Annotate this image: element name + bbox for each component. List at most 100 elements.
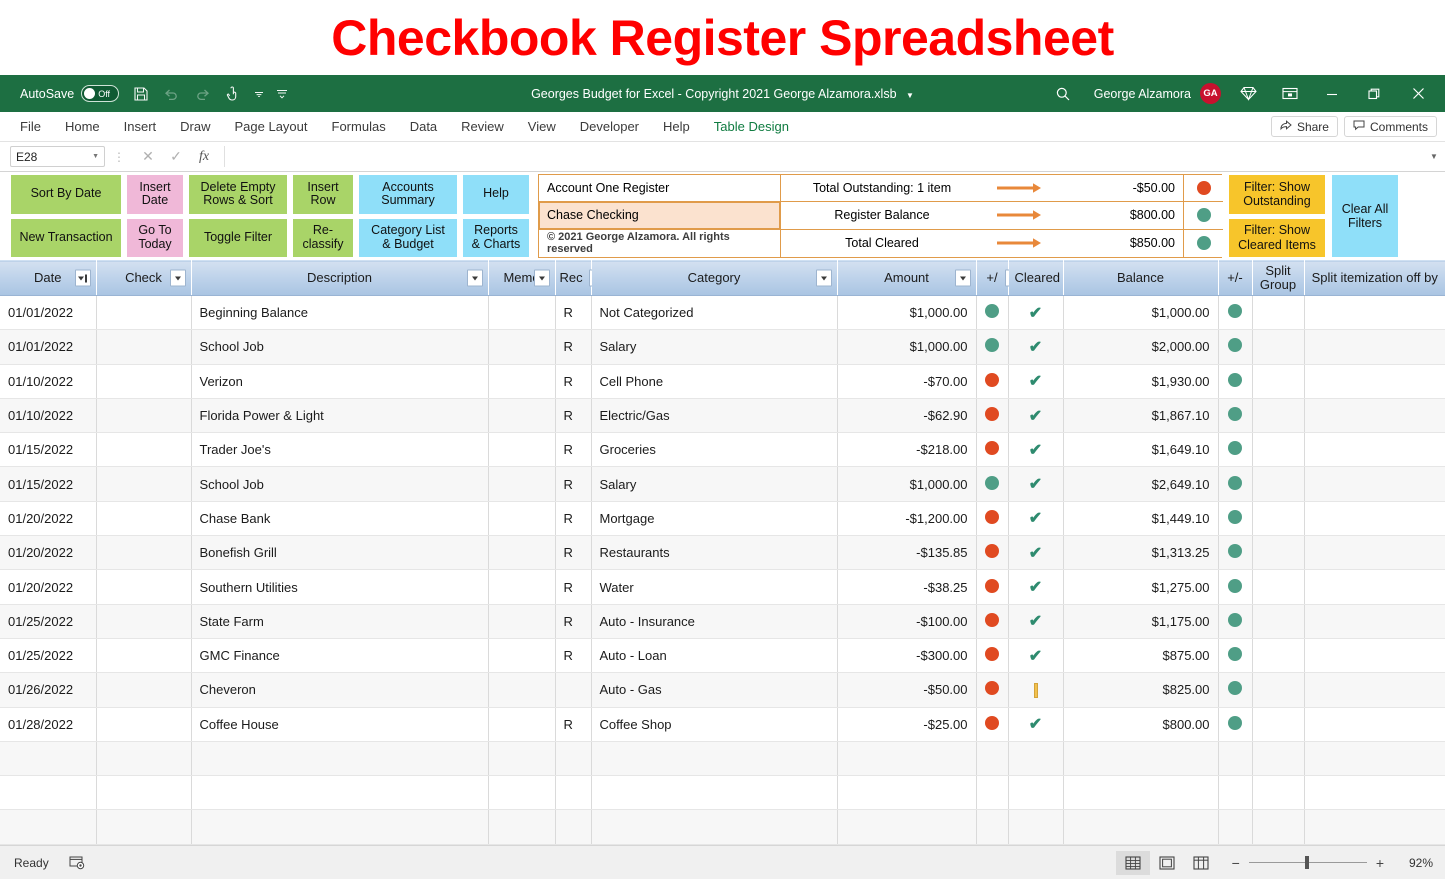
cell-balance[interactable] [1063,844,1218,845]
cell-check[interactable] [96,844,191,845]
cell-balance[interactable]: $1,000.00 [1063,296,1218,330]
cell-rec[interactable]: R [555,570,591,604]
cell-memo[interactable] [488,364,555,398]
cell-category[interactable] [591,741,837,775]
column-header-split-group[interactable]: Split Group [1252,261,1304,296]
cell-cleared[interactable]: ✔ [1008,433,1063,467]
table-row[interactable]: 01/20/2022Southern UtilitiesRWater-$38.2… [0,570,1445,604]
insert-row-button[interactable]: InsertRow [292,174,354,215]
cell-rec[interactable]: R [555,638,591,672]
cell-description[interactable] [191,810,488,844]
cell-split-itemization[interactable] [1304,741,1445,775]
cell-check[interactable] [96,570,191,604]
cell-amount[interactable]: -$1,200.00 [837,501,976,535]
cell-rec[interactable]: R [555,330,591,364]
cell-amount-sign-dot[interactable] [976,433,1008,467]
cell-description[interactable]: Bonefish Grill [191,536,488,570]
cell-rec[interactable]: R [555,467,591,501]
cell-category[interactable]: Not Categorized [591,296,837,330]
column-header-rec[interactable]: Rec [555,261,591,296]
cell-split-group[interactable] [1252,433,1304,467]
cell-cleared[interactable]: ✔ [1008,467,1063,501]
table-row[interactable] [0,776,1445,810]
diamond-icon[interactable] [1227,75,1269,112]
cell-check[interactable] [96,433,191,467]
zoom-slider[interactable] [1249,862,1367,863]
cell-check[interactable] [96,776,191,810]
column-header-split-itemization[interactable]: Split itemization off by [1304,261,1445,296]
cell-cleared[interactable]: ✔ [1008,604,1063,638]
cell-amount-sign-dot[interactable] [976,707,1008,741]
cell-amount-sign-dot[interactable] [976,501,1008,535]
cell-amount-sign-dot[interactable] [976,570,1008,604]
cell-rec[interactable]: R [555,604,591,638]
toggle-filter-button[interactable]: Toggle Filter [188,218,288,259]
cell-check[interactable] [96,741,191,775]
cell-balance-sign-dot[interactable] [1218,467,1252,501]
cell-description[interactable]: Chase Bank [191,501,488,535]
cell-check[interactable] [96,638,191,672]
cell-description[interactable]: Southern Utilities [191,570,488,604]
table-row[interactable]: 01/20/2022Chase BankRMortgage-$1,200.00✔… [0,501,1445,535]
cell-balance-sign-dot[interactable] [1218,364,1252,398]
table-row[interactable]: 01/15/2022Trader Joe'sRGroceries-$218.00… [0,433,1445,467]
user-name[interactable]: George Alzamora [1085,75,1200,112]
cell-balance[interactable]: $1,649.10 [1063,433,1218,467]
ribbon-display-options-icon[interactable] [1269,75,1311,112]
cell-check[interactable] [96,501,191,535]
cell-amount[interactable]: $1,000.00 [837,467,976,501]
cell-date[interactable] [0,776,96,810]
tab-help[interactable]: Help [651,112,702,142]
filter-show-outstanding-button[interactable]: Filter: ShowOutstanding [1228,174,1326,215]
cell-check[interactable] [96,536,191,570]
macro-record-icon[interactable] [69,856,85,870]
cell-split-group[interactable] [1252,296,1304,330]
tab-insert[interactable]: Insert [112,112,169,142]
column-header-amount[interactable]: Amount [837,261,976,296]
cell-balance[interactable]: $1,930.00 [1063,364,1218,398]
cell-split-group[interactable] [1252,467,1304,501]
cell-split-itemization[interactable] [1304,844,1445,845]
table-row[interactable] [0,741,1445,775]
filter-show-cleared-items-button[interactable]: Filter: ShowCleared Items [1228,218,1326,259]
cell-split-itemization[interactable] [1304,364,1445,398]
cell-date[interactable]: 01/15/2022 [0,467,96,501]
cell-date[interactable]: 01/01/2022 [0,330,96,364]
cell-balance-sign-dot[interactable] [1218,741,1252,775]
cell-memo[interactable] [488,433,555,467]
cell-amount[interactable] [837,776,976,810]
delete-empty-rows-sort-button[interactable]: Delete EmptyRows & Sort [188,174,288,215]
touch-mode-icon[interactable] [225,86,240,102]
cell-split-itemization[interactable] [1304,810,1445,844]
save-icon[interactable] [133,86,149,102]
zoom-out-button[interactable]: − [1232,855,1240,871]
cell-check[interactable] [96,707,191,741]
column-header-memo[interactable]: Memo [488,261,555,296]
table-row[interactable]: 01/28/2022Coffee HouseRCoffee Shop-$25.0… [0,707,1445,741]
column-header-date[interactable]: Date [0,261,96,296]
cell-description[interactable] [191,776,488,810]
cell-split-group[interactable] [1252,638,1304,672]
zoom-level-label[interactable]: 92% [1393,856,1433,870]
cell-amount-sign-dot[interactable] [976,398,1008,432]
confirm-check-icon[interactable]: ✓ [162,148,190,165]
cell-split-itemization[interactable] [1304,296,1445,330]
cell-split-itemization[interactable] [1304,501,1445,535]
cell-date[interactable]: 01/26/2022 [0,673,96,707]
cell-amount[interactable]: -$62.90 [837,398,976,432]
filter-dropdown-check[interactable] [170,270,186,287]
cell-category[interactable]: Salary [591,330,837,364]
close-button[interactable] [1395,75,1441,112]
cell-check[interactable] [96,467,191,501]
filter-dropdown-amount[interactable] [955,270,971,287]
spreadsheet-grid[interactable]: Date Check Description Memo Rec Category [0,260,1445,845]
cell-amount[interactable]: -$25.00 [837,707,976,741]
clear-all-filters-button[interactable]: Clear AllFilters [1331,174,1399,258]
column-header-balance[interactable]: Balance [1063,261,1218,296]
share-button[interactable]: Share [1271,116,1338,137]
cell-balance-sign-dot[interactable] [1218,536,1252,570]
cell-description[interactable]: School Job [191,467,488,501]
cell-cleared[interactable] [1008,810,1063,844]
cell-memo[interactable] [488,398,555,432]
cell-split-group[interactable] [1252,776,1304,810]
